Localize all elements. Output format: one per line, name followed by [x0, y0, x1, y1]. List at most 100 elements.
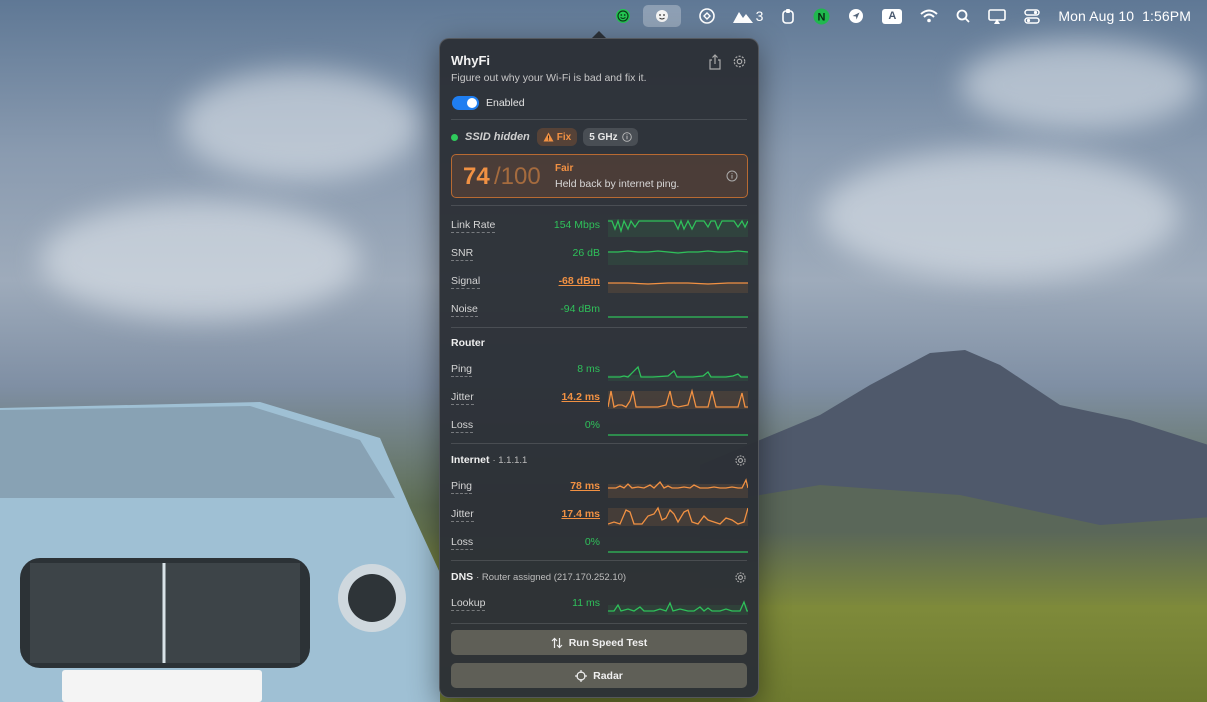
menubar-badge-count: 3	[755, 8, 764, 24]
copy-icon[interactable]	[781, 5, 795, 27]
settings-gear-icon[interactable]	[732, 54, 748, 70]
wallpaper-cloud	[40, 200, 360, 320]
metric-internet-ping[interactable]: Ping 78 ms	[451, 476, 748, 498]
metric-label: Noise	[451, 303, 478, 317]
metric-snr[interactable]: SNR 26 dB	[451, 243, 748, 265]
n-app-letter: N	[818, 11, 826, 23]
metric-value: 17.4 ms	[561, 508, 600, 520]
internet-title: Internet	[451, 454, 490, 466]
internet-settings-gear-icon[interactable]	[734, 454, 747, 467]
divider	[451, 327, 747, 328]
metric-value: -68 dBm	[558, 275, 600, 287]
score-grade: Fair	[555, 163, 574, 174]
score-max: /100	[494, 163, 541, 190]
location-icon[interactable]	[848, 5, 864, 27]
whyfi-popover: WhyFi Figure out why your Wi-Fi is bad a…	[439, 38, 759, 698]
info-icon	[621, 132, 632, 142]
metric-internet-loss[interactable]: Loss 0%	[451, 532, 748, 554]
whyfi-icon[interactable]	[615, 5, 631, 27]
radar-label: Radar	[593, 669, 623, 682]
metric-label: Jitter	[451, 391, 474, 405]
internet-loss-sparkline	[608, 551, 748, 553]
control-center-icon[interactable]	[1024, 5, 1041, 27]
metric-router-ping[interactable]: Ping 8 ms	[451, 359, 748, 381]
metric-router-loss[interactable]: Loss 0%	[451, 415, 748, 437]
metric-internet-jitter[interactable]: Jitter 17.4 ms	[451, 504, 748, 526]
router-ping-sparkline	[608, 365, 748, 381]
metric-value: 78 ms	[570, 480, 600, 492]
link-rate-sparkline	[608, 218, 748, 237]
app-subtitle: Figure out why your Wi-Fi is bad and fix…	[451, 72, 647, 84]
chatgpt-icon[interactable]	[698, 5, 715, 27]
ssid-label: SSID hidden	[465, 131, 530, 143]
menubar-clock[interactable]: Mon Aug 10 1:56PM	[1058, 8, 1191, 24]
metric-label: Loss	[451, 419, 474, 433]
share-icon[interactable]	[708, 54, 724, 70]
divider	[451, 443, 747, 444]
metric-label: Link Rate	[451, 219, 496, 233]
metric-label: SNR	[451, 247, 474, 261]
score-card[interactable]: 74 /100 Fair Held back by internet ping.	[451, 154, 748, 198]
menubar-time: 1:56PM	[1142, 8, 1191, 24]
menu-bar: 3 N A Mon Aug 10 1:56PM	[0, 0, 1207, 32]
score-note: Held back by internet ping.	[555, 178, 680, 190]
n-app-icon[interactable]: N	[813, 5, 830, 27]
metric-value: 26 dB	[572, 247, 600, 259]
band-badge[interactable]: 5 GHz	[583, 128, 638, 146]
router-section-title: Router	[451, 337, 485, 349]
wallpaper-cloud	[960, 40, 1200, 130]
internet-target: · 1.1.1.1	[492, 455, 528, 466]
metric-label: Signal	[451, 275, 481, 289]
dns-lookup-sparkline	[608, 600, 748, 615]
band-label: 5 GHz	[589, 131, 618, 143]
metric-signal[interactable]: Signal -68 dBm	[451, 271, 748, 293]
run-speed-test-button[interactable]: Run Speed Test	[451, 630, 747, 655]
metric-dns-lookup[interactable]: Lookup 11 ms	[451, 593, 748, 615]
run-speed-test-label: Run Speed Test	[568, 636, 648, 649]
metric-link-rate[interactable]: Link Rate 154 Mbps	[451, 215, 748, 237]
metric-label: Ping	[451, 480, 473, 494]
enabled-toggle[interactable]	[452, 96, 479, 110]
noise-sparkline	[608, 316, 748, 318]
warning-icon	[543, 132, 554, 142]
fix-button[interactable]: Fix	[536, 128, 578, 146]
metric-value: 0%	[584, 536, 600, 548]
divider	[451, 560, 747, 561]
divider	[451, 623, 747, 624]
metric-value: 14.2 ms	[561, 391, 600, 403]
metric-value: 154 Mbps	[553, 219, 600, 231]
dns-title: DNS	[451, 571, 474, 583]
info-icon[interactable]	[726, 170, 738, 182]
wallpaper-car	[0, 402, 440, 702]
finder-face-icon[interactable]	[642, 5, 681, 27]
wallpaper-cloud	[820, 150, 1180, 280]
internet-section-title: Internet · 1.1.1.1	[451, 454, 527, 466]
screen-mirroring-icon[interactable]	[988, 5, 1007, 27]
radar-crosshair-icon	[575, 669, 588, 682]
input-source-icon[interactable]: A	[882, 5, 903, 27]
metric-value: 0%	[584, 419, 600, 431]
dns-source: · Router assigned (217.170.252.10)	[476, 572, 627, 583]
app-title: WhyFi	[451, 53, 490, 68]
enabled-label: Enabled	[486, 97, 525, 109]
input-source-letter: A	[882, 8, 903, 24]
metric-label: Jitter	[451, 508, 474, 522]
metric-label: Lookup	[451, 597, 486, 611]
wifi-icon[interactable]	[920, 5, 939, 27]
radar-button[interactable]: Radar	[451, 663, 747, 688]
metric-value: -94 dBm	[560, 303, 600, 315]
mountains-icon[interactable]: 3	[732, 5, 764, 27]
router-loss-sparkline	[608, 434, 748, 436]
metric-value: 11 ms	[572, 597, 600, 609]
network-status-row: SSID hidden Fix 5 GHz	[451, 127, 644, 147]
metric-value: 8 ms	[577, 363, 600, 375]
dns-settings-gear-icon[interactable]	[734, 571, 747, 584]
connection-status-dot	[451, 133, 458, 141]
wallpaper-cloud	[180, 70, 420, 180]
metric-router-jitter[interactable]: Jitter 14.2 ms	[451, 387, 748, 409]
search-icon[interactable]	[956, 5, 971, 27]
metric-noise[interactable]: Noise -94 dBm	[451, 299, 748, 321]
score-value: 74	[463, 163, 490, 190]
fix-label: Fix	[556, 131, 572, 143]
metric-label: Ping	[451, 363, 473, 377]
